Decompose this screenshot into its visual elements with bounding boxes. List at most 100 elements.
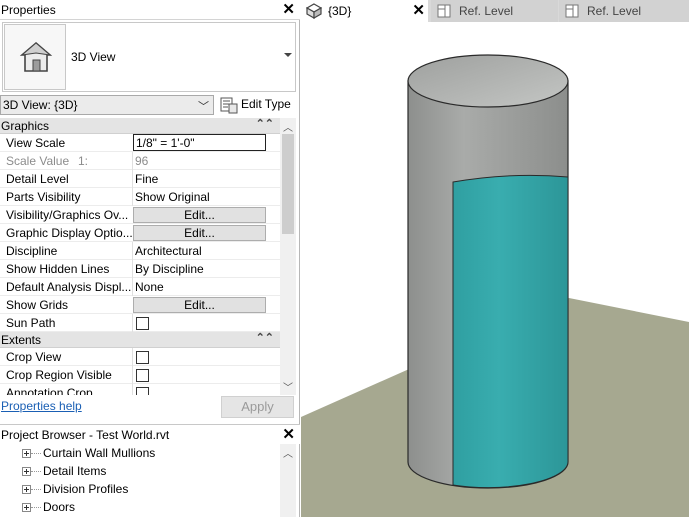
property-sub: 1: bbox=[78, 154, 89, 168]
sun-path-checkbox[interactable] bbox=[136, 317, 149, 330]
tree-item[interactable]: Curtain Wall Mullions bbox=[0, 444, 280, 462]
property-value[interactable]: None bbox=[135, 280, 164, 294]
property-row[interactable]: Detail Level Fine bbox=[0, 170, 280, 188]
section-label: Extents bbox=[1, 333, 42, 347]
close-icon[interactable]: ✕ bbox=[282, 425, 295, 443]
property-value[interactable]: Show Original bbox=[135, 190, 210, 204]
property-key: Visibility/Graphics Ov... bbox=[6, 208, 129, 222]
property-key: Default Analysis Displ... bbox=[6, 280, 132, 294]
project-browser-title: Project Browser - Test World.rvt bbox=[1, 428, 170, 442]
tab-label: Ref. Level bbox=[587, 4, 642, 18]
tree-item-label: Doors bbox=[43, 500, 76, 514]
3d-scene[interactable] bbox=[301, 22, 689, 517]
graphic-display-edit-button[interactable]: Edit... bbox=[133, 225, 266, 241]
level-view-icon bbox=[437, 4, 451, 18]
property-value[interactable]: Architectural bbox=[135, 244, 202, 258]
chevron-up-icon[interactable]: ︿ bbox=[283, 445, 293, 460]
property-row[interactable]: Parts Visibility Show Original bbox=[0, 188, 280, 206]
show-grids-edit-button[interactable]: Edit... bbox=[133, 297, 266, 313]
property-key: Crop Region Visible bbox=[6, 368, 112, 382]
close-icon[interactable]: ✕ bbox=[412, 1, 425, 19]
view-instance-select[interactable]: 3D View: {3D} ﹀ bbox=[0, 95, 214, 115]
left-panel: Properties ✕ 3D View 3D View: {3D} ﹀ Edi… bbox=[0, 0, 300, 517]
property-key: View Scale bbox=[6, 136, 66, 150]
property-key: Parts Visibility bbox=[6, 190, 81, 204]
property-key: Crop View bbox=[6, 350, 62, 364]
column-divider bbox=[132, 314, 133, 332]
tree-connector bbox=[31, 471, 41, 472]
visibility-graphics-edit-button[interactable]: Edit... bbox=[133, 207, 266, 223]
scrollbar-thumb[interactable] bbox=[282, 134, 294, 234]
apply-button[interactable]: Apply bbox=[221, 396, 294, 418]
property-key: Discipline bbox=[6, 244, 58, 258]
tab-ref-level[interactable]: Ref. Level bbox=[559, 0, 689, 22]
property-key: Scale Value bbox=[6, 154, 70, 168]
properties-help-link[interactable]: Properties help bbox=[1, 399, 82, 413]
tree-connector bbox=[31, 453, 41, 454]
crop-region-visible-checkbox[interactable] bbox=[136, 369, 149, 382]
3d-viewport[interactable] bbox=[301, 22, 689, 517]
section-label: Graphics bbox=[1, 119, 50, 133]
annotation-crop-checkbox[interactable] bbox=[136, 387, 149, 395]
tree-item[interactable]: Detail Items bbox=[0, 462, 280, 480]
chevron-down-icon[interactable]: ﹀ bbox=[198, 98, 209, 114]
collapse-icon[interactable]: ⌃⌃ bbox=[256, 118, 274, 130]
close-icon[interactable]: ✕ bbox=[282, 0, 295, 18]
properties-title: Properties bbox=[1, 3, 56, 17]
dropdown-arrow-icon[interactable] bbox=[284, 53, 292, 57]
property-row: View Scale 1/8" = 1'-0" bbox=[0, 134, 280, 152]
property-key: Graphic Display Optio... bbox=[6, 226, 132, 240]
properties-scrollbar[interactable]: ︿ ﹀ bbox=[280, 118, 296, 395]
property-row[interactable]: Discipline Architectural bbox=[0, 242, 280, 260]
column-divider bbox=[132, 170, 133, 188]
property-row[interactable]: Show Hidden Lines By Discipline bbox=[0, 260, 280, 278]
property-row[interactable]: Default Analysis Displ... None bbox=[0, 278, 280, 296]
property-key: Show Grids bbox=[6, 298, 69, 312]
plus-expand-icon[interactable] bbox=[22, 485, 31, 494]
column-divider bbox=[132, 242, 133, 260]
property-key: Annotation Crop bbox=[6, 386, 93, 395]
view-instance-value: 3D View: {3D} bbox=[3, 98, 78, 112]
tab-3d-view[interactable]: {3D} ✕ bbox=[301, 0, 428, 22]
tab-label: {3D} bbox=[328, 4, 352, 18]
property-row: Sun Path bbox=[0, 314, 280, 332]
project-browser-tree: Curtain Wall Mullions Detail Items Divis… bbox=[0, 444, 280, 517]
column-divider bbox=[132, 278, 133, 296]
section-graphics[interactable]: Graphics ⌃⌃ bbox=[0, 118, 280, 134]
edit-type-button[interactable]: Edit Type bbox=[220, 95, 298, 115]
tree-connector bbox=[31, 489, 41, 490]
plus-expand-icon[interactable] bbox=[22, 449, 31, 458]
property-row: Crop Region Visible bbox=[0, 366, 280, 384]
edit-type-label: Edit Type bbox=[241, 97, 291, 111]
curtain-wall-surface[interactable] bbox=[452, 174, 569, 489]
property-key: Detail Level bbox=[6, 172, 69, 186]
tab-label: Ref. Level bbox=[459, 4, 514, 18]
properties-title-bar: Properties ✕ bbox=[0, 0, 300, 20]
plus-expand-icon[interactable] bbox=[22, 467, 31, 476]
type-selector[interactable]: 3D View bbox=[2, 22, 296, 92]
column-divider bbox=[132, 260, 133, 278]
tree-item[interactable]: Division Profiles bbox=[0, 480, 280, 498]
plus-expand-icon[interactable] bbox=[22, 503, 31, 512]
3d-view-icon bbox=[306, 3, 322, 19]
properties-grid: Graphics ⌃⌃ View Scale 1/8" = 1'-0" Scal… bbox=[0, 118, 280, 395]
tree-item-label: Detail Items bbox=[43, 464, 107, 478]
property-key: Show Hidden Lines bbox=[6, 262, 110, 276]
column-divider bbox=[132, 188, 133, 206]
project-browser-scrollbar[interactable]: ︿ bbox=[280, 444, 296, 517]
chevron-down-icon[interactable]: ﹀ bbox=[283, 379, 293, 394]
type-name: 3D View bbox=[71, 50, 116, 64]
property-value[interactable]: Fine bbox=[135, 172, 158, 186]
tree-item[interactable]: Doors bbox=[0, 498, 280, 516]
property-value[interactable]: By Discipline bbox=[135, 262, 204, 276]
section-extents[interactable]: Extents ⌃⌃ bbox=[0, 332, 280, 348]
view-tab-bar: {3D} ✕ Ref. Level Ref. Level bbox=[301, 0, 689, 22]
tab-ref-level[interactable]: Ref. Level bbox=[431, 0, 558, 22]
chevron-up-icon[interactable]: ︿ bbox=[283, 119, 293, 134]
tree-item-label: Curtain Wall Mullions bbox=[43, 446, 156, 460]
cylinder-top[interactable] bbox=[407, 54, 569, 108]
property-row: Show Grids Edit... bbox=[0, 296, 280, 314]
view-scale-input[interactable]: 1/8" = 1'-0" bbox=[133, 134, 266, 151]
crop-view-checkbox[interactable] bbox=[136, 351, 149, 364]
collapse-icon[interactable]: ⌃⌃ bbox=[256, 331, 274, 344]
